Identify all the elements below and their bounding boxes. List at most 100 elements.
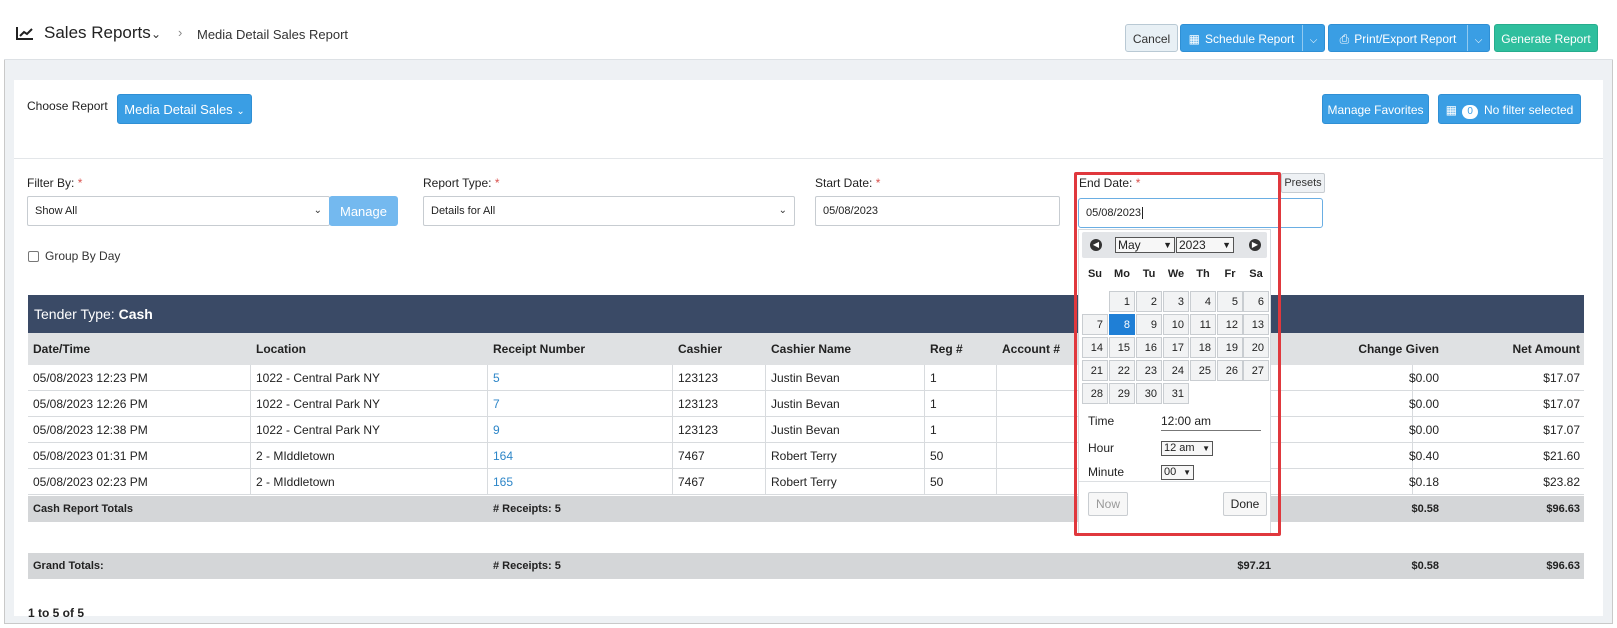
calendar-day[interactable]: 11 (1190, 314, 1216, 335)
manage-filter-button[interactable]: Manage (329, 196, 398, 226)
filter-by-select[interactable]: Show All ⌄ (27, 196, 330, 226)
cell-cashier-name: Justin Bevan (771, 371, 840, 385)
receipt-link[interactable]: 165 (493, 469, 513, 495)
col-account[interactable]: Account # (1002, 333, 1060, 365)
year-value: 2023 (1179, 238, 1206, 252)
calendar-day[interactable]: 4 (1190, 291, 1216, 312)
calendar-day-selected[interactable]: 8 (1109, 314, 1135, 335)
calendar-day[interactable]: 19 (1217, 337, 1243, 358)
print-export-button[interactable]: ⎙ Print/Export Report ⌵ (1328, 24, 1490, 52)
calendar-day[interactable]: 15 (1109, 337, 1135, 358)
calendar-day[interactable]: 5 (1217, 291, 1243, 312)
calendar-day[interactable]: 28 (1082, 383, 1108, 404)
calendar-day[interactable]: 3 (1163, 291, 1189, 312)
col-cashier[interactable]: Cashier (678, 333, 722, 365)
manage-favorites-button[interactable]: Manage Favorites (1322, 94, 1429, 124)
month-value: May (1118, 238, 1141, 252)
calendar-day[interactable]: 29 (1109, 383, 1135, 404)
chevron-down-icon[interactable]: ⌄ (151, 27, 161, 41)
calendar-day[interactable]: 30 (1136, 383, 1162, 404)
weekday-label: Sa (1249, 268, 1263, 280)
now-button[interactable]: Now (1088, 492, 1128, 516)
receipt-link[interactable]: 7 (493, 391, 500, 417)
chevron-down-icon: ⌵ (1309, 35, 1318, 46)
receipt-link[interactable]: 164 (493, 443, 513, 469)
calendar-day[interactable]: 18 (1190, 337, 1216, 358)
cell-cashier-name: Robert Terry (771, 449, 837, 463)
cell-reg: 1 (930, 397, 937, 411)
calendar-day[interactable]: 24 (1163, 360, 1189, 381)
col-datetime[interactable]: Date/Time (33, 333, 90, 365)
calendar-day[interactable]: 20 (1243, 337, 1269, 358)
schedule-report-button[interactable]: ▦ Schedule Report ⌵ (1180, 24, 1325, 52)
prev-month-icon[interactable]: ◀ (1090, 239, 1102, 251)
year-select[interactable]: 2023 ▼ (1176, 237, 1234, 253)
calendar-day[interactable]: 13 (1243, 314, 1269, 335)
receipt-link[interactable]: 5 (493, 365, 500, 391)
calendar-day[interactable]: 17 (1163, 337, 1189, 358)
next-month-icon[interactable]: ▶ (1249, 239, 1261, 251)
cell-reg: 50 (930, 449, 944, 463)
cell-cashier: 123123 (678, 397, 719, 411)
cell-change-given: $0.00 (1408, 423, 1439, 437)
cell-datetime: 05/08/2023 01:31 PM (33, 449, 148, 463)
calendar-day[interactable]: 27 (1243, 360, 1269, 381)
calendar-day[interactable]: 23 (1136, 360, 1162, 381)
calendar-day[interactable]: 7 (1082, 314, 1108, 335)
cash-totals-change: $0.58 (1411, 503, 1439, 515)
calendar-day[interactable]: 6 (1243, 291, 1269, 312)
grand-totals-label: Grand Totals: (33, 560, 104, 572)
end-date-input[interactable]: 05/08/2023 (1078, 198, 1323, 228)
calendar-day[interactable]: 25 (1190, 360, 1216, 381)
report-type-select[interactable]: Details for All ⌄ (423, 196, 795, 226)
tender-type-header: Tender Type: Cash (28, 295, 1584, 333)
calendar-day[interactable]: 1 (1109, 291, 1135, 312)
calendar-day[interactable]: 2 (1136, 291, 1162, 312)
cell-net-amount: $17.07 (1543, 371, 1580, 385)
col-net-amount[interactable]: Net Amount (1512, 333, 1580, 365)
report-selector-button[interactable]: Media Detail Sales ⌄ (117, 94, 252, 124)
calendar-day[interactable]: 9 (1136, 314, 1162, 335)
time-label: Time (1088, 414, 1115, 428)
cell-location: 1022 - Central Park NY (256, 397, 381, 411)
end-date-label: End Date: * (1079, 176, 1141, 190)
col-receipt[interactable]: Receipt Number (493, 333, 585, 365)
page-title[interactable]: Sales Reports (44, 23, 151, 43)
generate-report-button[interactable]: Generate Report (1494, 24, 1598, 52)
cancel-button[interactable]: Cancel (1125, 24, 1178, 52)
calendar-day[interactable]: 31 (1163, 383, 1189, 404)
cash-totals-row: Cash Report Totals # Receipts: 5 $0.58 $… (28, 496, 1584, 522)
col-cashier-name[interactable]: Cashier Name (771, 333, 851, 365)
calendar-day[interactable]: 12 (1217, 314, 1243, 335)
calendar-day[interactable]: 21 (1082, 360, 1108, 381)
table-row: 05/08/2023 12:23 PM 1022 - Central Park … (28, 365, 1584, 391)
calendar-day[interactable]: 26 (1217, 360, 1243, 381)
col-reg[interactable]: Reg # (930, 333, 963, 365)
weekday-label: Fr (1224, 268, 1236, 280)
calendar-day[interactable]: 10 (1163, 314, 1189, 335)
chevron-down-icon: ▼ (1202, 444, 1210, 453)
filter-count-badge: 0 (1462, 105, 1478, 119)
month-select[interactable]: May ▼ (1115, 237, 1175, 253)
col-location[interactable]: Location (256, 333, 306, 365)
calendar-day[interactable]: 14 (1082, 337, 1108, 358)
col-change-given[interactable]: Change Given (1358, 333, 1439, 365)
calendar-day[interactable]: 22 (1109, 360, 1135, 381)
weekday-label: Su (1087, 268, 1103, 280)
print-dropdown-toggle[interactable]: ⌵ (1467, 25, 1489, 51)
top-bar: Sales Reports ⌄ › Media Detail Sales Rep… (4, 4, 1613, 60)
schedule-dropdown-toggle[interactable]: ⌵ (1302, 25, 1324, 51)
hour-select[interactable]: 12 am ▼ (1161, 441, 1213, 456)
done-button[interactable]: Done (1223, 492, 1267, 516)
filter-status-button[interactable]: ▦ 0 No filter selected (1438, 94, 1581, 124)
cell-change-given: $0.00 (1408, 371, 1439, 385)
calendar-day[interactable]: 16 (1136, 337, 1162, 358)
receipt-link[interactable]: 9 (493, 417, 500, 443)
chevron-down-icon: ⌄ (313, 205, 322, 216)
presets-button[interactable]: Presets (1281, 173, 1325, 193)
cell-cashier: 7467 (678, 475, 705, 489)
start-date-input[interactable]: 05/08/2023 (815, 196, 1060, 226)
group-by-day-checkbox[interactable] (28, 251, 39, 262)
weekday-label: We (1167, 268, 1185, 280)
minute-select[interactable]: 00 ▼ (1161, 465, 1194, 480)
